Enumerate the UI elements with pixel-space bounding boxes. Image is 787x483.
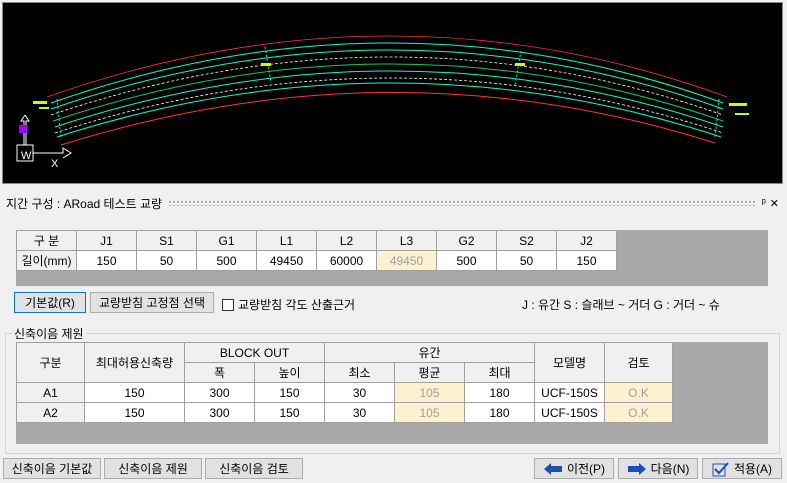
prev-button[interactable]: 이전(P) xyxy=(534,458,614,479)
header-cell: 모델명 xyxy=(534,342,605,383)
axis-w-label: W xyxy=(21,150,32,162)
value-cell[interactable]: 500 xyxy=(196,250,257,271)
prev-label: 이전(P) xyxy=(566,462,606,476)
value-cell-computed: 105 xyxy=(394,382,465,403)
span-header-row: 구 분 J1 S1 G1 L1 L2 L3 G2 S2 J2 xyxy=(16,230,617,251)
header-cell: L2 xyxy=(316,230,377,251)
joint-grid: 구분 최대허용신축량 BLOCK OUT 유간 모델명 검토 폭 높이 최소 평… xyxy=(16,342,768,444)
value-cell[interactable]: 180 xyxy=(464,382,535,403)
joint-table: 구분 최대허용신축량 BLOCK OUT 유간 모델명 검토 폭 높이 최소 평… xyxy=(16,342,673,423)
value-cell[interactable]: 300 xyxy=(184,382,255,403)
span-table: 구 분 J1 S1 G1 L1 L2 L3 G2 S2 J2 길이(mm) 15… xyxy=(16,230,617,271)
row-label: 길이(mm) xyxy=(16,250,77,271)
value-cell[interactable]: 150 xyxy=(76,250,137,271)
header-cell: 폭 xyxy=(184,362,255,383)
value-cell[interactable]: 180 xyxy=(464,402,535,423)
value-cell[interactable]: 500 xyxy=(436,250,497,271)
row-label: A2 xyxy=(16,402,85,423)
header-cell: J2 xyxy=(556,230,617,251)
arrow-right-icon xyxy=(627,462,646,475)
apply-label: 적용(A) xyxy=(733,462,773,476)
joint-spec-button[interactable]: 신축이음 제원 xyxy=(104,458,202,479)
header-cell: 최대 xyxy=(464,362,535,383)
value-cell[interactable]: 49450 xyxy=(256,250,317,271)
next-button[interactable]: 다음(N) xyxy=(618,458,698,479)
header-cell: S2 xyxy=(496,230,557,251)
legend-text: J : 유간 S : 슬래브 ~ 거더 G : 거더 ~ 슈 xyxy=(522,298,720,312)
value-cell[interactable]: UCF-150S xyxy=(534,382,605,403)
span-value-row: 길이(mm) 150 50 500 49450 60000 49450 500 … xyxy=(16,250,617,271)
value-cell[interactable]: 150 xyxy=(84,402,185,423)
ucs-axis-icon: W X xyxy=(16,115,72,170)
header-cell: 높이 xyxy=(254,362,325,383)
span-grid: 구 분 J1 S1 G1 L1 L2 L3 G2 S2 J2 길이(mm) 15… xyxy=(16,230,768,286)
check-result: O.K xyxy=(604,402,673,423)
header-cell: 평균 xyxy=(394,362,465,383)
bearing-angle-checkbox[interactable]: 교량받침 각도 산출근거 xyxy=(222,296,355,313)
cad-viewport[interactable]: W X xyxy=(2,2,783,184)
table-row: A1 150 300 150 30 105 180 UCF-150S O.K xyxy=(16,382,673,403)
header-cell: G2 xyxy=(436,230,497,251)
value-cell[interactable]: 30 xyxy=(324,382,395,403)
value-cell[interactable]: 300 xyxy=(184,402,255,423)
value-cell[interactable]: 150 xyxy=(254,382,325,403)
arrow-left-icon xyxy=(543,462,562,475)
value-cell[interactable]: 150 xyxy=(556,250,617,271)
next-label: 다음(N) xyxy=(650,462,690,476)
joint-group-title: 신축이음 제원 xyxy=(12,325,86,342)
value-cell[interactable]: 30 xyxy=(324,402,395,423)
axis-x-label: X xyxy=(51,158,59,170)
header-cell: 구분 xyxy=(16,342,85,383)
header-cell: G1 xyxy=(196,230,257,251)
value-cell-computed: 105 xyxy=(394,402,465,423)
titlebar-grip[interactable] xyxy=(168,200,756,206)
header-cell: 유간 xyxy=(324,342,535,363)
panel-titlebar: 지간 구성 : ARoad 테스트 교량 ᵖ ✕ xyxy=(0,193,787,213)
joint-check-button[interactable]: 신축이음 검토 xyxy=(205,458,303,479)
value-cell[interactable]: 150 xyxy=(254,402,325,423)
bearing-fixed-point-button[interactable]: 교량받침 고정점 선택 xyxy=(90,292,214,313)
table-row: A2 150 300 150 30 105 180 UCF-150S O.K xyxy=(16,402,673,423)
value-cell[interactable]: 150 xyxy=(84,382,185,403)
header-cell: 최대허용신축량 xyxy=(84,342,185,383)
joint-header-row-1: 구분 최대허용신축량 BLOCK OUT 유간 모델명 검토 xyxy=(16,342,673,383)
pin-icon[interactable]: ᵖ xyxy=(762,197,766,210)
close-icon[interactable]: ✕ xyxy=(770,197,779,210)
header-cell: L1 xyxy=(256,230,317,251)
header-cell: J1 xyxy=(76,230,137,251)
panel-title: 지간 구성 : ARoad 테스트 교량 xyxy=(6,196,163,211)
header-cell: 최소 xyxy=(324,362,395,383)
header-cell: 검토 xyxy=(604,342,673,383)
value-cell[interactable]: 50 xyxy=(496,250,557,271)
header-cell: L3 xyxy=(376,230,437,251)
header-cell: 구 분 xyxy=(16,230,77,251)
value-cell[interactable]: UCF-150S xyxy=(534,402,605,423)
header-cell: BLOCK OUT xyxy=(184,342,325,363)
check-result: O.K xyxy=(604,382,673,403)
header-cell: S1 xyxy=(136,230,197,251)
value-cell[interactable]: 50 xyxy=(136,250,197,271)
checkbox-label: 교량받침 각도 산출근거 xyxy=(238,298,356,312)
bridge-plan-drawing xyxy=(33,35,749,146)
row-label: A1 xyxy=(16,382,85,403)
apply-button[interactable]: 적용(A) xyxy=(702,458,782,479)
checkbox-box[interactable] xyxy=(222,298,234,311)
checkmark-icon xyxy=(712,461,729,476)
joint-default-button[interactable]: 신축이음 기본값 xyxy=(3,458,101,479)
value-cell-computed: 49450 xyxy=(376,250,437,271)
value-cell[interactable]: 60000 xyxy=(316,250,377,271)
default-value-button[interactable]: 기본값(R) xyxy=(14,292,86,313)
